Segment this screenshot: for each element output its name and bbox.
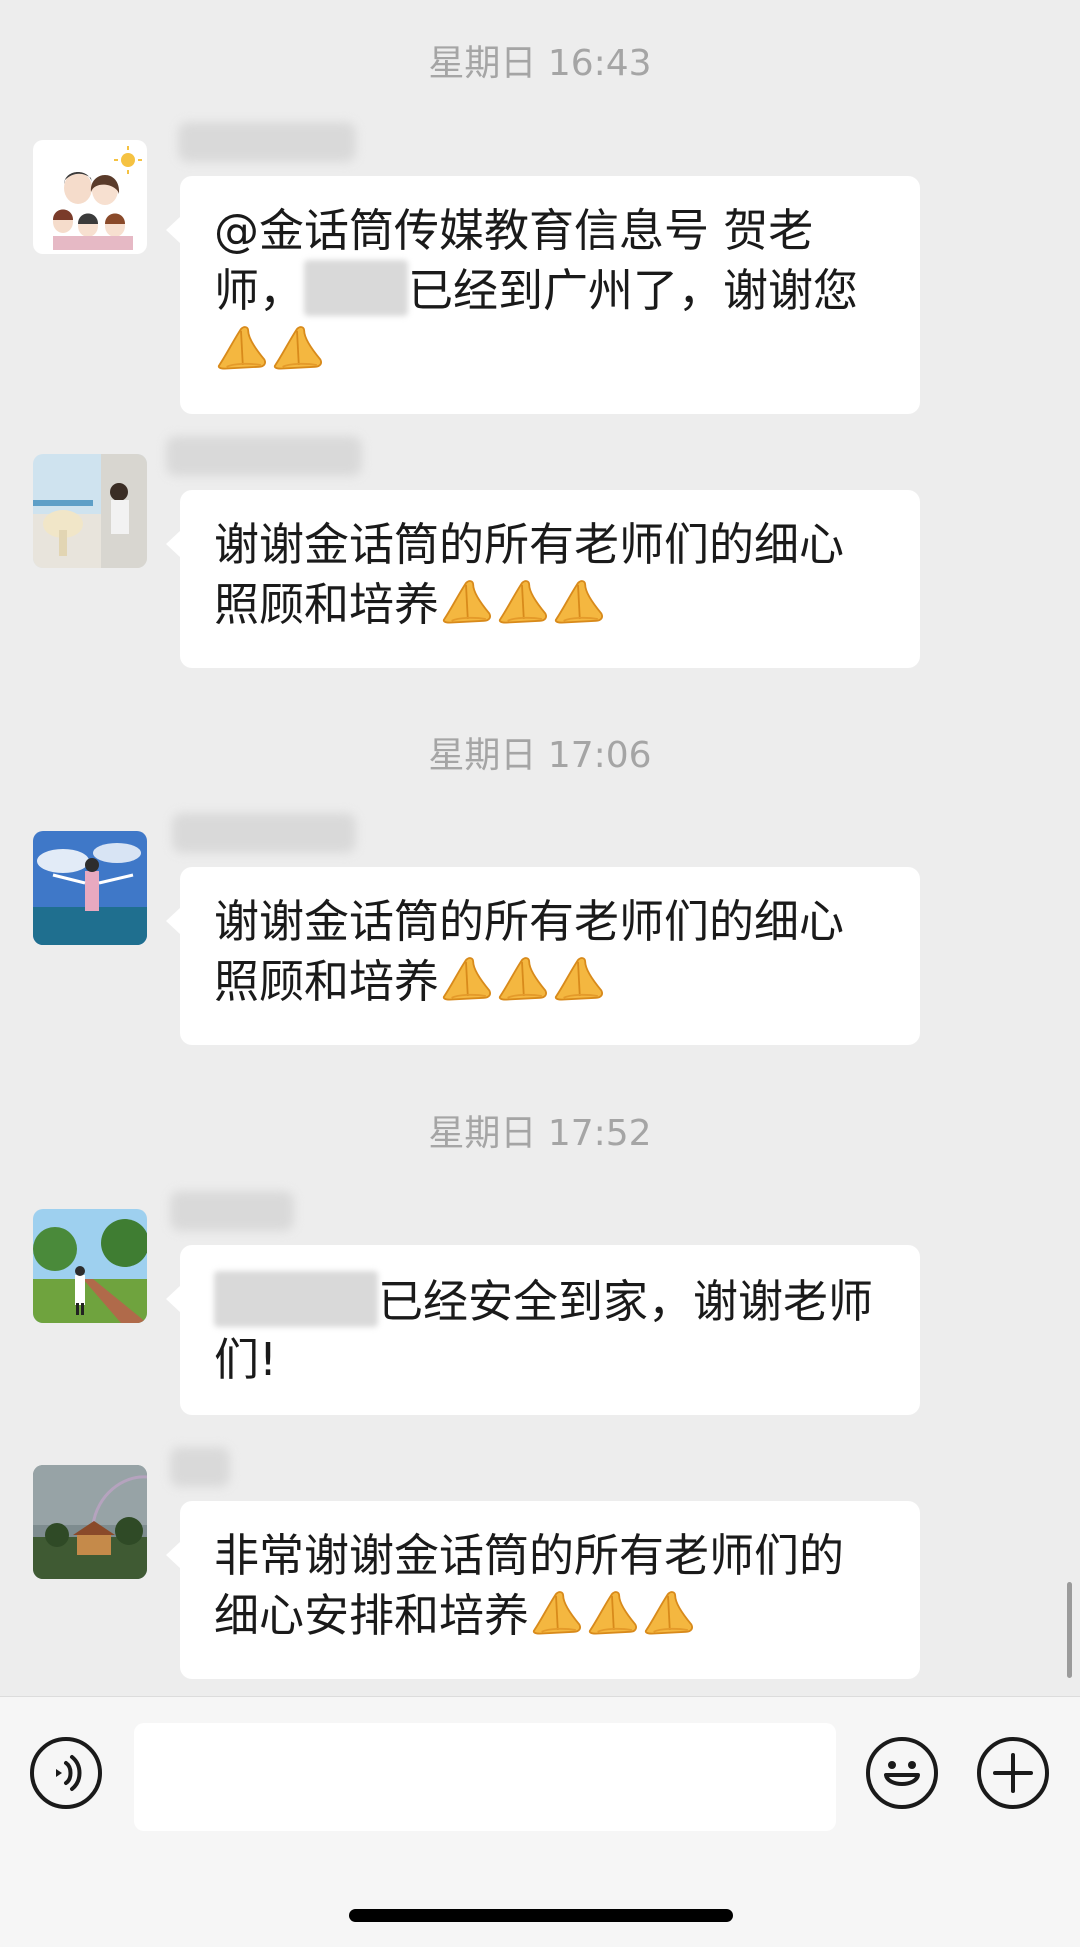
folded-hands-emoji (214, 320, 326, 388)
blurred-name (304, 260, 409, 316)
message-bubble[interactable]: 谢谢金话筒的所有老师们的细心照顾和培养 (166, 490, 920, 668)
folded-hands-emoji (439, 574, 607, 642)
timestamp: 星期日 17:06 (428, 735, 652, 776)
sender-name-blurred (170, 1191, 294, 1231)
voice-icon (56, 1755, 82, 1791)
message-bubble[interactable]: @金话筒传媒教育信息号 贺老师， 已经到广州了，谢谢您 (166, 176, 920, 414)
folded-hands-emoji (529, 1585, 697, 1653)
avatar[interactable] (33, 140, 147, 254)
message-bubble[interactable]: 已经安全到家，谢谢老师们! (166, 1245, 920, 1415)
avatar[interactable] (33, 1465, 147, 1579)
timestamp: 星期日 16:43 (428, 43, 652, 84)
blurred-name (214, 1271, 378, 1327)
message-bubble[interactable]: 谢谢金话筒的所有老师们的细心照顾和培养 (166, 867, 920, 1045)
avatar[interactable] (33, 454, 147, 568)
sender-name-blurred (166, 436, 362, 476)
avatar[interactable] (33, 831, 147, 945)
scrollbar[interactable] (1067, 1582, 1072, 1678)
message-bubble[interactable]: 非常谢谢金话筒的所有老师们的细心安排和培养 (166, 1501, 920, 1679)
voice-button[interactable] (30, 1737, 102, 1809)
folded-hands-emoji (439, 951, 607, 1019)
message-text: 已经到广州了，谢谢您 (408, 264, 859, 317)
plus-button[interactable] (977, 1737, 1049, 1809)
emoji-icon (884, 1761, 920, 1786)
sender-name-blurred (178, 122, 356, 162)
message-input[interactable] (134, 1723, 836, 1831)
home-indicator (349, 1909, 733, 1922)
input-bar (0, 1696, 1080, 1947)
sender-name-blurred (170, 1447, 230, 1487)
timestamp: 星期日 17:52 (428, 1113, 652, 1154)
sender-name-blurred (172, 813, 356, 853)
avatar[interactable] (33, 1209, 147, 1323)
emoji-button[interactable] (866, 1737, 938, 1809)
chat-area[interactable]: 星期日 16:43 @金话筒传媒教育信息号 贺老师， 已经到广州了，谢谢您 谢谢… (0, 0, 1080, 1696)
plus-icon (993, 1753, 1033, 1793)
